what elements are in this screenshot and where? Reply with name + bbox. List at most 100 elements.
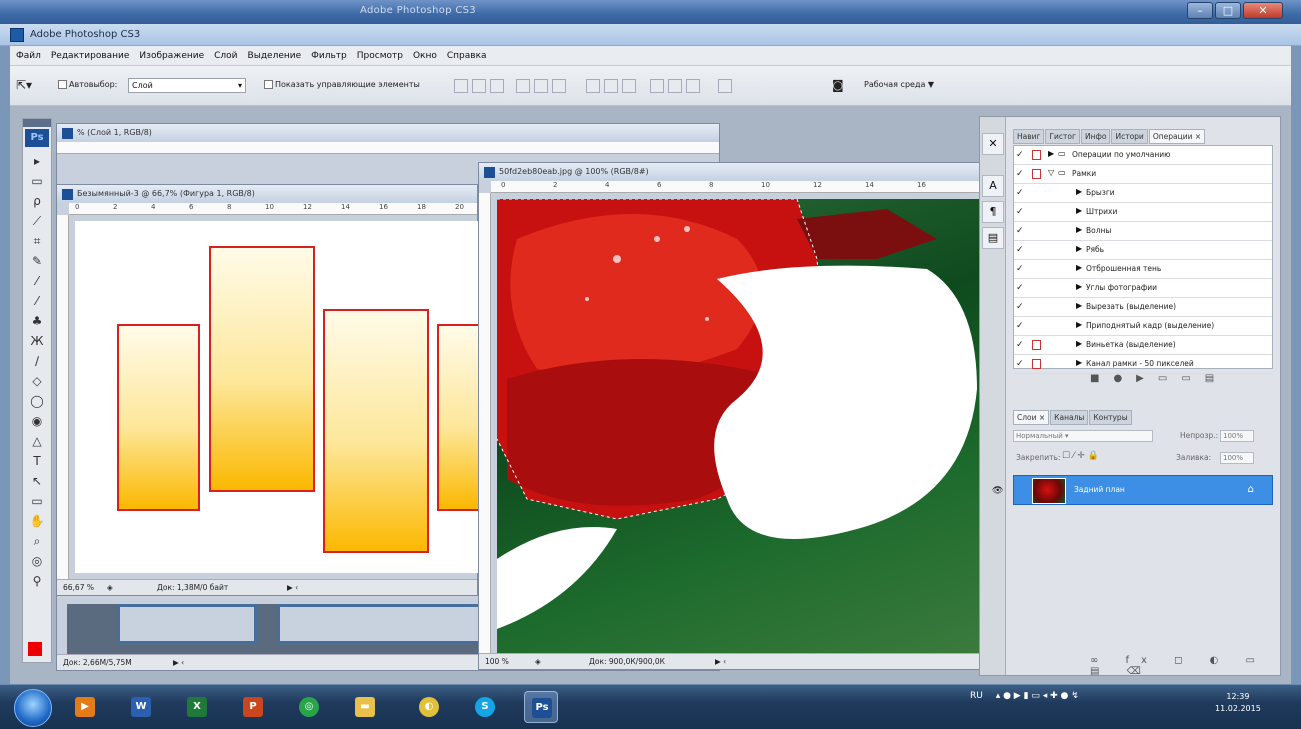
3d-rotate-icon[interactable]: ⚲ <box>23 571 51 591</box>
align-vcenter-icon[interactable] <box>472 79 486 93</box>
action-row[interactable]: ✓ ▶ Приподнятый кадр (выделение) <box>1014 317 1272 336</box>
expand-icon[interactable]: ▶ <box>1076 339 1082 348</box>
action-row[interactable]: ✓ ▶ Углы фотографии <box>1014 279 1272 298</box>
action-row[interactable]: ✓ ▶ Отброшенная тень <box>1014 260 1272 279</box>
dialog-toggle-icon[interactable] <box>1032 150 1041 160</box>
auto-align-icon[interactable] <box>718 79 732 93</box>
healing-brush-icon[interactable]: ✎ <box>23 251 51 271</box>
taskbar-explorer[interactable]: ▬ <box>348 691 382 723</box>
action-row[interactable]: ✓ ▽ ▭ Рамки <box>1014 165 1272 184</box>
actions-buttons[interactable]: ■●▶▭▭▤ <box>1090 373 1228 384</box>
expand-icon[interactable]: ▶ <box>1076 206 1082 215</box>
align-left-icon[interactable] <box>516 79 530 93</box>
pencil-tool-icon[interactable]: ⁄ <box>23 291 51 311</box>
bars-canvas[interactable] <box>75 221 487 573</box>
zoom-tool-icon[interactable]: ⌕ <box>23 531 51 551</box>
ps-logo[interactable]: Ps <box>25 129 49 147</box>
action-row[interactable]: ✓ ▶ Волны <box>1014 222 1272 241</box>
doc-bars-zoom[interactable]: 66,67 % <box>63 583 94 592</box>
character-panel-icon[interactable]: A <box>982 175 1004 197</box>
paragraph-panel-icon[interactable]: ¶ <box>982 201 1004 223</box>
check-icon[interactable]: ✓ <box>1016 359 1026 369</box>
action-row[interactable]: ✓ ▶ Виньетка (выделение) <box>1014 336 1272 355</box>
close-button[interactable]: ✕ <box>1243 2 1283 19</box>
language-indicator[interactable]: RU <box>970 691 983 701</box>
blend-mode-select[interactable]: Нормальный ▾ <box>1013 430 1153 442</box>
menu-filter[interactable]: Фильтр <box>311 51 347 61</box>
expand-icon[interactable]: ▶ <box>1076 301 1082 310</box>
start-button[interactable] <box>14 689 52 727</box>
check-icon[interactable]: ✓ <box>1016 245 1026 255</box>
taskbar-media-player[interactable]: ▶ <box>68 691 102 723</box>
tab-channels[interactable]: Каналы <box>1050 410 1089 425</box>
show-controls-checkbox[interactable]: Показать управляющие элементы <box>264 80 420 89</box>
taskbar-photoshop[interactable]: Ps <box>524 691 558 723</box>
distribute-left-icon[interactable] <box>650 79 664 93</box>
pen-tool-icon[interactable]: △ <box>23 431 51 451</box>
expand-icon[interactable]: ▶ <box>1076 282 1082 291</box>
status-menu-arrow-icon[interactable]: ▶ ‹ <box>715 657 726 666</box>
action-row[interactable]: ✓ ▶ Канал рамки - 50 пикселей <box>1014 355 1272 374</box>
taskbar-excel[interactable]: X <box>180 691 214 723</box>
expand-open-icon[interactable]: ▽ <box>1048 168 1054 177</box>
align-right-icon[interactable] <box>552 79 566 93</box>
check-icon[interactable]: ✓ <box>1016 340 1026 350</box>
menu-layer[interactable]: Слой <box>214 51 237 61</box>
layer-name[interactable]: Задний план <box>1074 485 1125 494</box>
dialog-toggle-icon[interactable] <box>1032 169 1041 179</box>
move-tool-icon[interactable]: ⇱▾ <box>16 78 32 92</box>
tab-actions[interactable]: Операции × <box>1148 129 1206 144</box>
tab-layers[interactable]: Слои × <box>1013 410 1050 425</box>
distribute-top-icon[interactable] <box>586 79 600 93</box>
fill-input[interactable]: 100% <box>1220 452 1254 464</box>
photo-canvas[interactable] <box>497 199 979 653</box>
crop-tool-icon[interactable]: ⌗ <box>23 231 51 251</box>
tab-histogram[interactable]: Гистог <box>1045 129 1080 144</box>
dialog-toggle-icon[interactable] <box>1032 359 1041 369</box>
action-row[interactable]: ✓ ▶ Вырезать (выделение) <box>1014 298 1272 317</box>
doc-window-photo[interactable]: 50fd2eb80eab.jpg @ 100% (RGB/8#) 0 2 4 6… <box>478 162 980 670</box>
paint-bucket-icon[interactable]: ◇ <box>23 371 51 391</box>
action-row[interactable]: ✓ ▶ Рябь <box>1014 241 1272 260</box>
clone-stamp-icon[interactable]: ♣ <box>23 311 51 331</box>
expand-icon[interactable]: ▶ <box>1048 149 1054 158</box>
align-hcenter-icon[interactable] <box>534 79 548 93</box>
doc-photo-titlebar[interactable]: 50fd2eb80eab.jpg @ 100% (RGB/8#) <box>479 163 979 181</box>
taskbar-powerpoint[interactable]: P <box>236 691 270 723</box>
marquee-tool-icon[interactable]: ▭ <box>23 171 51 191</box>
menu-image[interactable]: Изображение <box>139 51 204 61</box>
action-row[interactable]: ✓ ▶ Штрихи <box>1014 203 1272 222</box>
path-select-icon[interactable]: ↖ <box>23 471 51 491</box>
check-icon[interactable]: ✓ <box>1016 302 1026 312</box>
distribute-hcenter-icon[interactable] <box>668 79 682 93</box>
check-icon[interactable]: ✓ <box>1016 264 1026 274</box>
tools-panel-icon[interactable]: ✕ <box>982 133 1004 155</box>
brush-tool-icon[interactable]: ⁄ <box>23 271 51 291</box>
doc-window-bars[interactable]: Безымянный-3 @ 66,7% (Фигура 1, RGB/8) 0… <box>56 184 487 596</box>
autoselect-checkbox[interactable]: Автовыбор: <box>58 80 117 89</box>
tab-info[interactable]: Инфо <box>1080 129 1111 144</box>
history-brush-icon[interactable]: Ж <box>23 331 51 351</box>
check-icon[interactable]: ✓ <box>1016 207 1026 217</box>
distribute-bottom-icon[interactable] <box>622 79 636 93</box>
align-bottom-icon[interactable] <box>490 79 504 93</box>
eyedropper-icon[interactable]: ◎ <box>23 551 51 571</box>
maximize-button[interactable]: □ <box>1215 2 1241 19</box>
tab-navigator[interactable]: Навиг <box>1013 129 1045 144</box>
move-tool-icon[interactable]: ▸ <box>23 151 51 171</box>
lock-icons[interactable]: ☐ ⁄ ✛ 🔒 <box>1062 451 1099 461</box>
opacity-input[interactable]: 100% <box>1220 430 1254 442</box>
layers-buttons[interactable]: ∞ fx ◻ ◐ ▭ ▤ ⌫ <box>1090 655 1280 677</box>
expand-icon[interactable]: ▶ <box>1076 244 1082 253</box>
check-icon[interactable]: ✓ <box>1016 283 1026 293</box>
shape-tool-icon[interactable]: ▭ <box>23 491 51 511</box>
blur-tool-icon[interactable]: ◯ <box>23 391 51 411</box>
workspace-menu[interactable]: Рабочая среда ▼ <box>864 80 934 89</box>
doc-bars-titlebar[interactable]: Безымянный-3 @ 66,7% (Фигура 1, RGB/8) <box>57 185 477 203</box>
action-row[interactable]: ✓ ▶ Брызги <box>1014 184 1272 203</box>
doc-back-titlebar[interactable]: % (Слой 1, RGB/8) <box>57 124 719 142</box>
distribute-right-icon[interactable] <box>686 79 700 93</box>
menu-window[interactable]: Окно <box>413 51 437 61</box>
magic-wand-icon[interactable]: ⟋ <box>23 211 51 231</box>
status-menu-arrow-icon[interactable]: ▶ ‹ <box>173 658 184 667</box>
